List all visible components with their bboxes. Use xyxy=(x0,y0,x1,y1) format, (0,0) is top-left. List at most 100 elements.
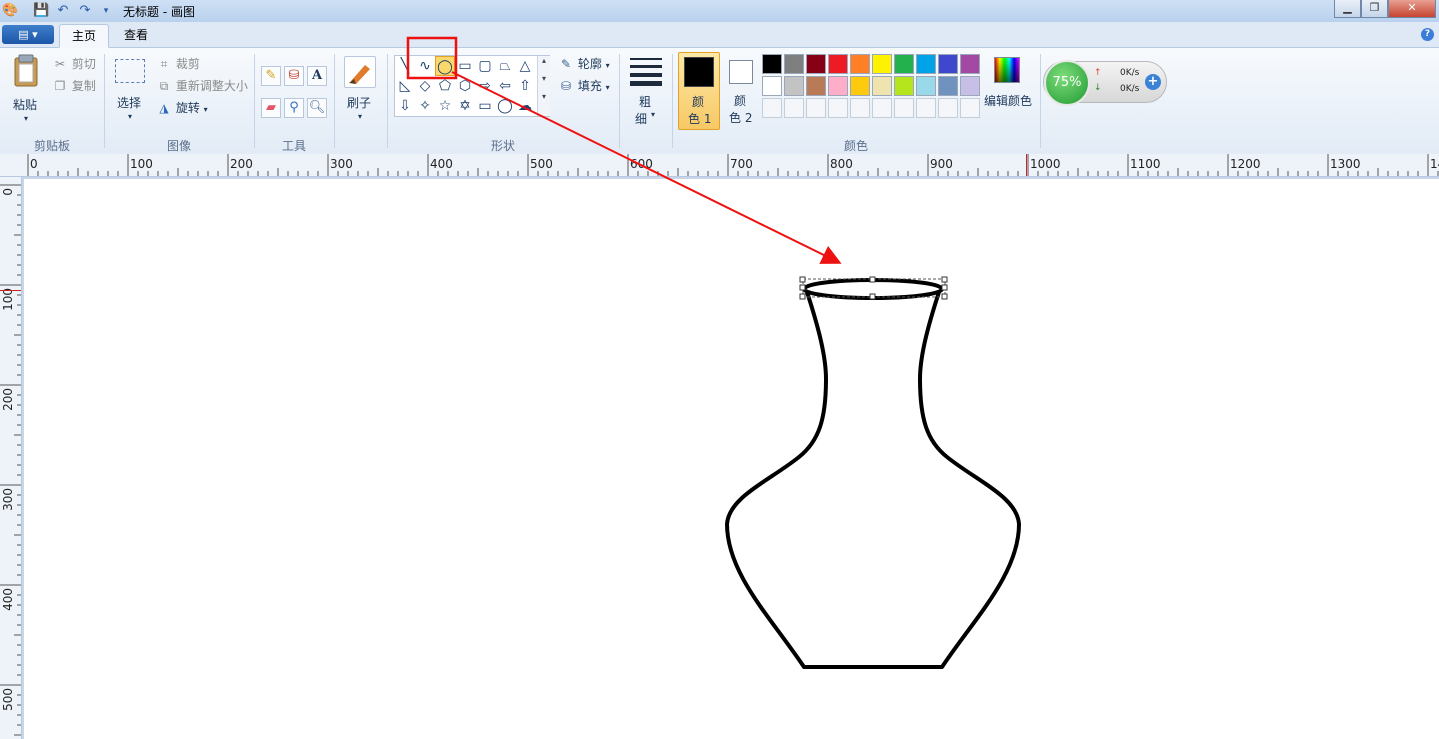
six-point-star-shape-icon[interactable]: ✡ xyxy=(455,96,475,116)
eraser-icon[interactable]: ▰ xyxy=(261,98,281,118)
undo-icon[interactable]: ↶ xyxy=(55,3,71,19)
custom-color-slot[interactable] xyxy=(938,98,958,118)
custom-color-slot[interactable] xyxy=(828,98,848,118)
maximize-button[interactable]: ❐ xyxy=(1361,0,1388,18)
color-swatch[interactable] xyxy=(784,76,804,96)
paste-button[interactable]: 粘贴 ▾ xyxy=(8,52,48,132)
color1-button[interactable]: 颜 色 1 xyxy=(678,52,720,130)
network-speed-widget[interactable]: 75% ↑ 0K/s ↓ 0K/s + xyxy=(1043,60,1167,106)
save-icon[interactable]: 💾 xyxy=(33,3,49,19)
hexagon-shape-icon[interactable]: ⬡ xyxy=(455,76,475,96)
ruler-label: 900 xyxy=(930,157,953,171)
color-swatch[interactable] xyxy=(850,76,870,96)
color-swatch[interactable] xyxy=(938,76,958,96)
crop-button[interactable]: ⌗ 裁剪 xyxy=(156,55,200,73)
help-icon[interactable]: ? xyxy=(1421,28,1434,41)
ruler-label: 100 xyxy=(130,157,153,171)
color-swatch[interactable] xyxy=(894,76,914,96)
custom-color-slot[interactable] xyxy=(916,98,936,118)
custom-color-slot[interactable] xyxy=(894,98,914,118)
custom-color-slot[interactable] xyxy=(872,98,892,118)
shapes-scroll[interactable]: ▴ ▾ ▾ xyxy=(537,56,550,116)
ruler-label: 100 xyxy=(1,288,15,311)
tab-home[interactable]: 主页 xyxy=(59,24,110,48)
ruler-label: 0 xyxy=(1,188,15,196)
size-button[interactable]: 粗 细 ▾ xyxy=(626,56,666,130)
color2-button[interactable]: 颜 色 2 xyxy=(724,52,758,130)
rounded-callout-shape-icon[interactable]: ▭ xyxy=(475,96,495,116)
color-swatch[interactable] xyxy=(828,54,848,74)
color-swatch[interactable] xyxy=(894,54,914,74)
select-dropdown-icon: ▾ xyxy=(128,112,133,121)
shapes-gallery: ╲ ∿ ◯ ▭ ▢ ⏢ △ ◺ ◇ ⬠ ⬡ ⇨ ⇦ ⇧ ⇩ ✧ ☆ ✡ ▭ ◯ … xyxy=(394,55,550,117)
title-bar: 🎨 💾 ↶ ↷ ▾ 无标题 - 画图 ▁ ❐ ✕ xyxy=(0,0,1439,22)
line-shape-icon[interactable]: ╲ xyxy=(395,56,415,76)
resize-button[interactable]: ⧉ 重新调整大小 xyxy=(156,77,248,95)
color-swatch[interactable] xyxy=(850,54,870,74)
cut-button[interactable]: ✂ 剪切 xyxy=(52,55,96,73)
four-point-star-shape-icon[interactable]: ✧ xyxy=(415,96,435,116)
curve-shape-icon[interactable]: ∿ xyxy=(415,56,435,76)
text-icon[interactable]: A xyxy=(307,66,327,86)
fill-bucket-icon[interactable]: ⛁ xyxy=(284,66,304,86)
select-button[interactable]: 选择 ▾ xyxy=(112,56,148,128)
right-triangle-shape-icon[interactable]: ◺ xyxy=(395,76,415,96)
up-arrow-shape-icon[interactable]: ⇧ xyxy=(515,76,535,96)
color-swatch[interactable] xyxy=(960,76,980,96)
color-swatch[interactable] xyxy=(938,54,958,74)
rectangle-shape-icon[interactable]: ▭ xyxy=(455,56,475,76)
color-swatch[interactable] xyxy=(784,54,804,74)
drawing-canvas[interactable] xyxy=(24,179,1439,739)
diamond-shape-icon[interactable]: ◇ xyxy=(415,76,435,96)
color-swatch[interactable] xyxy=(916,76,936,96)
custom-color-slot[interactable] xyxy=(762,98,782,118)
tab-view[interactable]: 查看 xyxy=(112,24,160,48)
pencil-icon[interactable]: ✎ xyxy=(261,66,281,86)
close-button[interactable]: ✕ xyxy=(1388,0,1436,18)
color-picker-icon[interactable]: ⚲ xyxy=(284,98,304,118)
oval-shape-icon[interactable]: ◯ xyxy=(435,56,455,76)
rainbow-icon xyxy=(994,57,1020,83)
cloud-callout-shape-icon[interactable]: ☁ xyxy=(515,96,535,116)
custom-color-slot[interactable] xyxy=(806,98,826,118)
rotate-dropdown-icon: ▾ xyxy=(203,105,208,114)
color-swatch[interactable] xyxy=(806,54,826,74)
color-swatch[interactable] xyxy=(872,76,892,96)
custom-color-slot[interactable] xyxy=(850,98,870,118)
ruler-label: 14 xyxy=(1430,157,1439,171)
color2-swatch xyxy=(729,60,753,84)
color-swatch[interactable] xyxy=(916,54,936,74)
color-swatch[interactable] xyxy=(762,54,782,74)
fill-button[interactable]: ⛁ 填充 ▾ xyxy=(558,77,610,95)
selected-oval-shape[interactable] xyxy=(799,276,948,300)
customize-icon[interactable]: ▾ xyxy=(98,3,114,19)
down-arrow-shape-icon[interactable]: ⇩ xyxy=(395,96,415,116)
color-swatch[interactable] xyxy=(960,54,980,74)
custom-color-slot[interactable] xyxy=(960,98,980,118)
color-palette xyxy=(762,54,984,120)
left-arrow-shape-icon[interactable]: ⇦ xyxy=(495,76,515,96)
rounded-rectangle-shape-icon[interactable]: ▢ xyxy=(475,56,495,76)
color-swatch[interactable] xyxy=(762,76,782,96)
outline-button[interactable]: ✎ 轮廓 ▾ xyxy=(558,55,610,73)
triangle-shape-icon[interactable]: △ xyxy=(515,56,535,76)
polygon-shape-icon[interactable]: ⏢ xyxy=(495,56,515,76)
minimize-button[interactable]: ▁ xyxy=(1334,0,1361,18)
custom-color-slot[interactable] xyxy=(784,98,804,118)
rotate-button[interactable]: ◮ 旋转 ▾ xyxy=(156,99,208,117)
five-point-star-shape-icon[interactable]: ☆ xyxy=(435,96,455,116)
edit-colors-button[interactable]: 编辑颜色 xyxy=(984,54,1034,114)
color-swatch[interactable] xyxy=(828,76,848,96)
redo-icon[interactable]: ↷ xyxy=(77,3,93,19)
plus-icon[interactable]: + xyxy=(1145,74,1161,90)
oval-callout-shape-icon[interactable]: ◯ xyxy=(495,96,515,116)
magnifier-icon[interactable]: 🔍︎ xyxy=(307,98,327,118)
app-icon[interactable]: 🎨 xyxy=(2,3,18,19)
app-menu-button[interactable]: ▤ ▾ xyxy=(2,25,54,44)
pentagon-shape-icon[interactable]: ⬠ xyxy=(435,76,455,96)
brushes-button[interactable]: 刷子 ▾ xyxy=(342,54,380,128)
right-arrow-shape-icon[interactable]: ⇨ xyxy=(475,76,495,96)
copy-button[interactable]: ❐ 复制 xyxy=(52,77,96,95)
color-swatch[interactable] xyxy=(806,76,826,96)
color-swatch[interactable] xyxy=(872,54,892,74)
